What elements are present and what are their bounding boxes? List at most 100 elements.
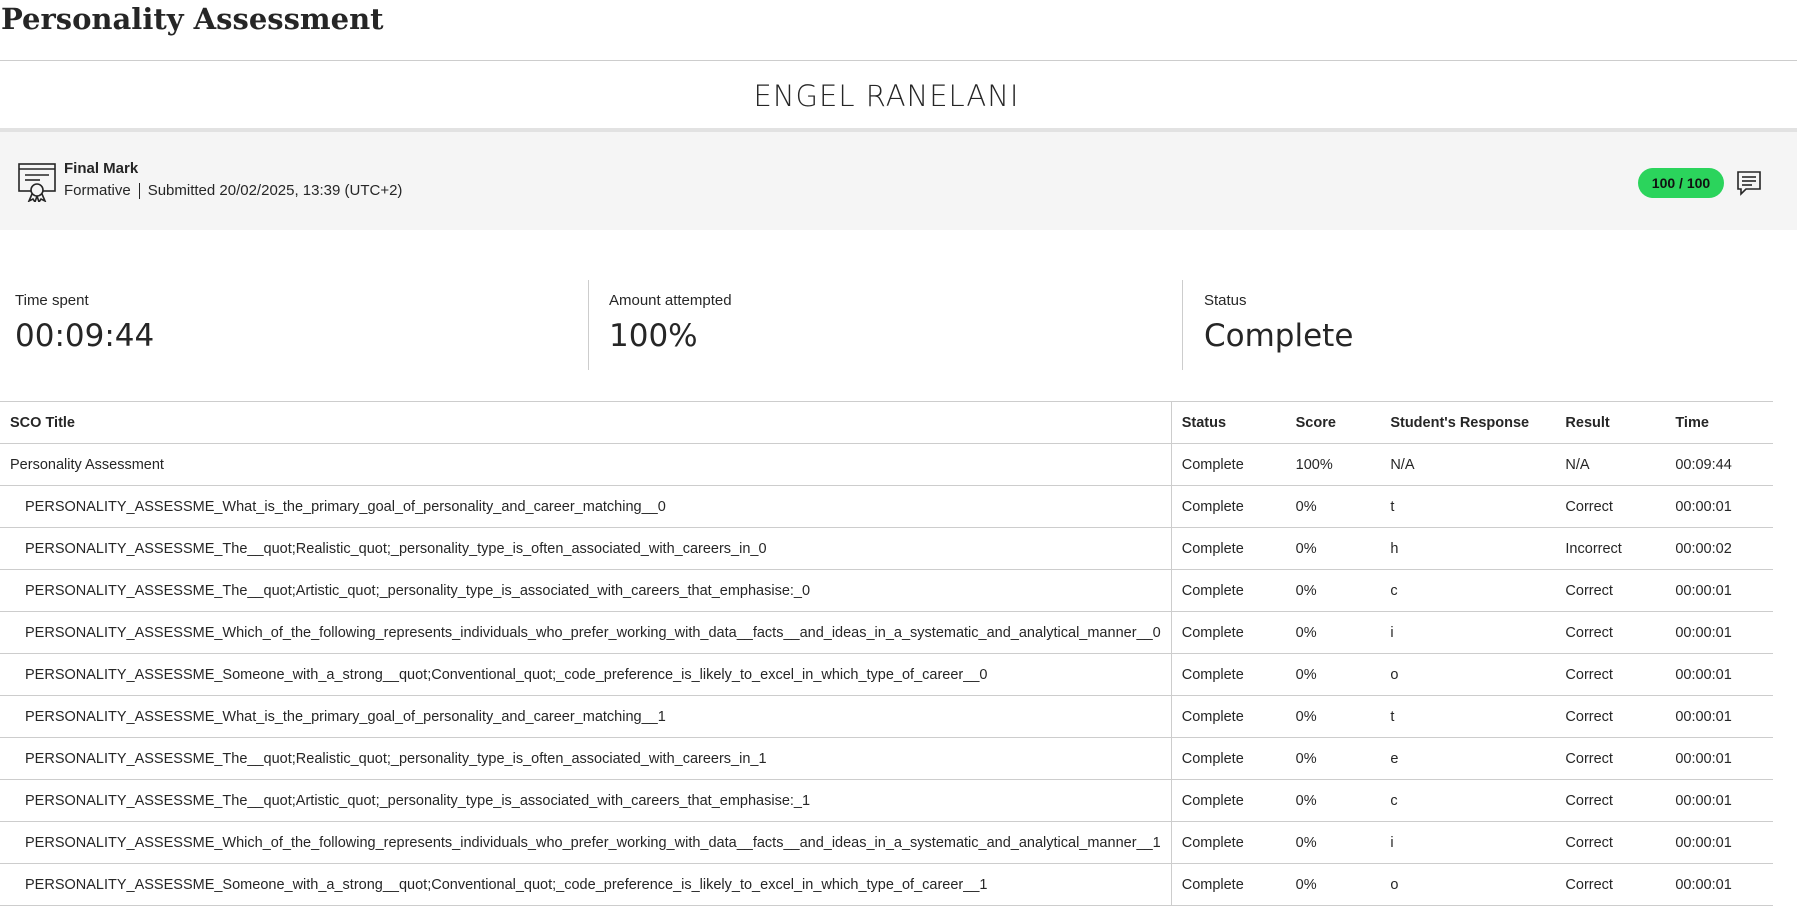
stat-divider (588, 280, 589, 370)
row-score: 0% (1285, 737, 1381, 780)
table-row: PERSONALITY_ASSESSME_What_is_the_primary… (0, 695, 1773, 738)
row-response: t (1380, 695, 1556, 738)
score-badge: 100 / 100 (1638, 168, 1724, 198)
table-row: PERSONALITY_ASSESSME_Someone_with_a_stro… (0, 863, 1773, 906)
row-result: Correct (1555, 863, 1666, 906)
row-score: 0% (1285, 695, 1381, 738)
row-time: 00:00:01 (1665, 737, 1773, 780)
table-row: Personality Assessment Complete 100% N/A… (0, 443, 1773, 486)
row-status: Complete (1171, 611, 1286, 654)
status-label: Status (1204, 292, 1247, 309)
sco-title: PERSONALITY_ASSESSME_The__quot;Artistic_… (0, 779, 1172, 822)
table-row: PERSONALITY_ASSESSME_Someone_with_a_stro… (0, 653, 1773, 696)
title-divider (0, 60, 1797, 61)
row-result: Correct (1555, 821, 1666, 864)
attempt-stats: Time spent 00:09:44 Amount attempted 100… (0, 280, 1773, 370)
amount-attempted-value: 100% (609, 318, 698, 354)
time-spent-value: 00:09:44 (15, 318, 155, 354)
row-status: Complete (1171, 653, 1286, 696)
sco-results-table: SCO Title Status Score Student's Respons… (0, 401, 1773, 906)
row-response: i (1380, 821, 1556, 864)
sco-title: PERSONALITY_ASSESSME_The__quot;Realistic… (0, 737, 1172, 780)
meta-separator (138, 182, 140, 199)
row-status: Complete (1171, 737, 1286, 780)
student-name: ENGEL RANELANI (753, 79, 1020, 113)
table-row: PERSONALITY_ASSESSME_The__quot;Artistic_… (0, 779, 1773, 822)
header-result: Result (1555, 401, 1666, 444)
row-status: Complete (1171, 527, 1286, 570)
feedback-comment-icon[interactable] (1737, 170, 1761, 196)
row-result: Correct (1555, 653, 1666, 696)
header-score: Score (1285, 401, 1381, 444)
final-mark-meta: Formative Submitted 20/02/2025, 13:39 (U… (64, 182, 402, 199)
row-time: 00:00:01 (1665, 653, 1773, 696)
row-score: 0% (1285, 485, 1381, 528)
row-time: 00:00:01 (1665, 485, 1773, 528)
row-response: i (1380, 611, 1556, 654)
table-row: PERSONALITY_ASSESSME_Which_of_the_follow… (0, 821, 1773, 864)
amount-attempted-label: Amount attempted (609, 292, 732, 309)
row-response: o (1380, 653, 1556, 696)
sco-title: PERSONALITY_ASSESSME_Which_of_the_follow… (0, 611, 1172, 654)
submitted-date: Submitted 20/02/2025, 13:39 (UTC+2) (147, 182, 403, 199)
row-time: 00:09:44 (1665, 443, 1773, 486)
row-status: Complete (1171, 779, 1286, 822)
row-result: N/A (1555, 443, 1666, 486)
row-response: e (1380, 737, 1556, 780)
sco-title: PERSONALITY_ASSESSME_Someone_with_a_stro… (0, 863, 1172, 906)
row-score: 0% (1285, 569, 1381, 612)
row-score: 0% (1285, 527, 1381, 570)
table-row: PERSONALITY_ASSESSME_The__quot;Artistic_… (0, 569, 1773, 612)
table-row: PERSONALITY_ASSESSME_The__quot;Realistic… (0, 737, 1773, 780)
row-response: h (1380, 527, 1556, 570)
row-status: Complete (1171, 443, 1286, 486)
sco-title: PERSONALITY_ASSESSME_What_is_the_primary… (0, 695, 1172, 738)
row-result: Correct (1555, 611, 1666, 654)
page-title: Personality Assessment (1, 2, 384, 36)
header-status: Status (1171, 401, 1286, 444)
row-response: c (1380, 779, 1556, 822)
row-time: 00:00:01 (1665, 863, 1773, 906)
row-result: Incorrect (1555, 527, 1666, 570)
header-student-response: Student's Response (1380, 401, 1556, 444)
row-result: Correct (1555, 569, 1666, 612)
final-mark-title: Final Mark (64, 160, 139, 177)
row-time: 00:00:01 (1665, 569, 1773, 612)
row-result: Correct (1555, 485, 1666, 528)
row-status: Complete (1171, 485, 1286, 528)
sco-title: PERSONALITY_ASSESSME_The__quot;Realistic… (0, 527, 1172, 570)
row-score: 0% (1285, 611, 1381, 654)
row-response: t (1380, 485, 1556, 528)
row-time: 00:00:02 (1665, 527, 1773, 570)
row-score: 0% (1285, 821, 1381, 864)
row-status: Complete (1171, 821, 1286, 864)
row-time: 00:00:01 (1665, 611, 1773, 654)
row-status: Complete (1171, 695, 1286, 738)
row-time: 00:00:01 (1665, 695, 1773, 738)
sco-title: PERSONALITY_ASSESSME_The__quot;Artistic_… (0, 569, 1172, 612)
row-result: Correct (1555, 695, 1666, 738)
row-status: Complete (1171, 569, 1286, 612)
final-mark-panel: Final Mark Formative Submitted 20/02/202… (0, 132, 1797, 230)
row-response: N/A (1380, 443, 1556, 486)
status-value: Complete (1204, 318, 1354, 354)
row-result: Correct (1555, 779, 1666, 822)
row-score: 0% (1285, 779, 1381, 822)
header-time: Time (1665, 401, 1773, 444)
row-score: 0% (1285, 653, 1381, 696)
row-result: Correct (1555, 737, 1666, 780)
assessment-type: Formative (64, 182, 131, 199)
certificate-icon (18, 163, 56, 202)
row-score: 0% (1285, 863, 1381, 906)
table-header-row: SCO Title Status Score Student's Respons… (0, 401, 1773, 444)
row-response: o (1380, 863, 1556, 906)
stat-divider (1182, 280, 1183, 370)
row-response: c (1380, 569, 1556, 612)
header-sco-title: SCO Title (0, 401, 1172, 444)
table-row: PERSONALITY_ASSESSME_The__quot;Realistic… (0, 527, 1773, 570)
row-time: 00:00:01 (1665, 779, 1773, 822)
row-time: 00:00:01 (1665, 821, 1773, 864)
sco-title: PERSONALITY_ASSESSME_Which_of_the_follow… (0, 821, 1172, 864)
row-status: Complete (1171, 863, 1286, 906)
sco-title: Personality Assessment (0, 443, 1172, 486)
